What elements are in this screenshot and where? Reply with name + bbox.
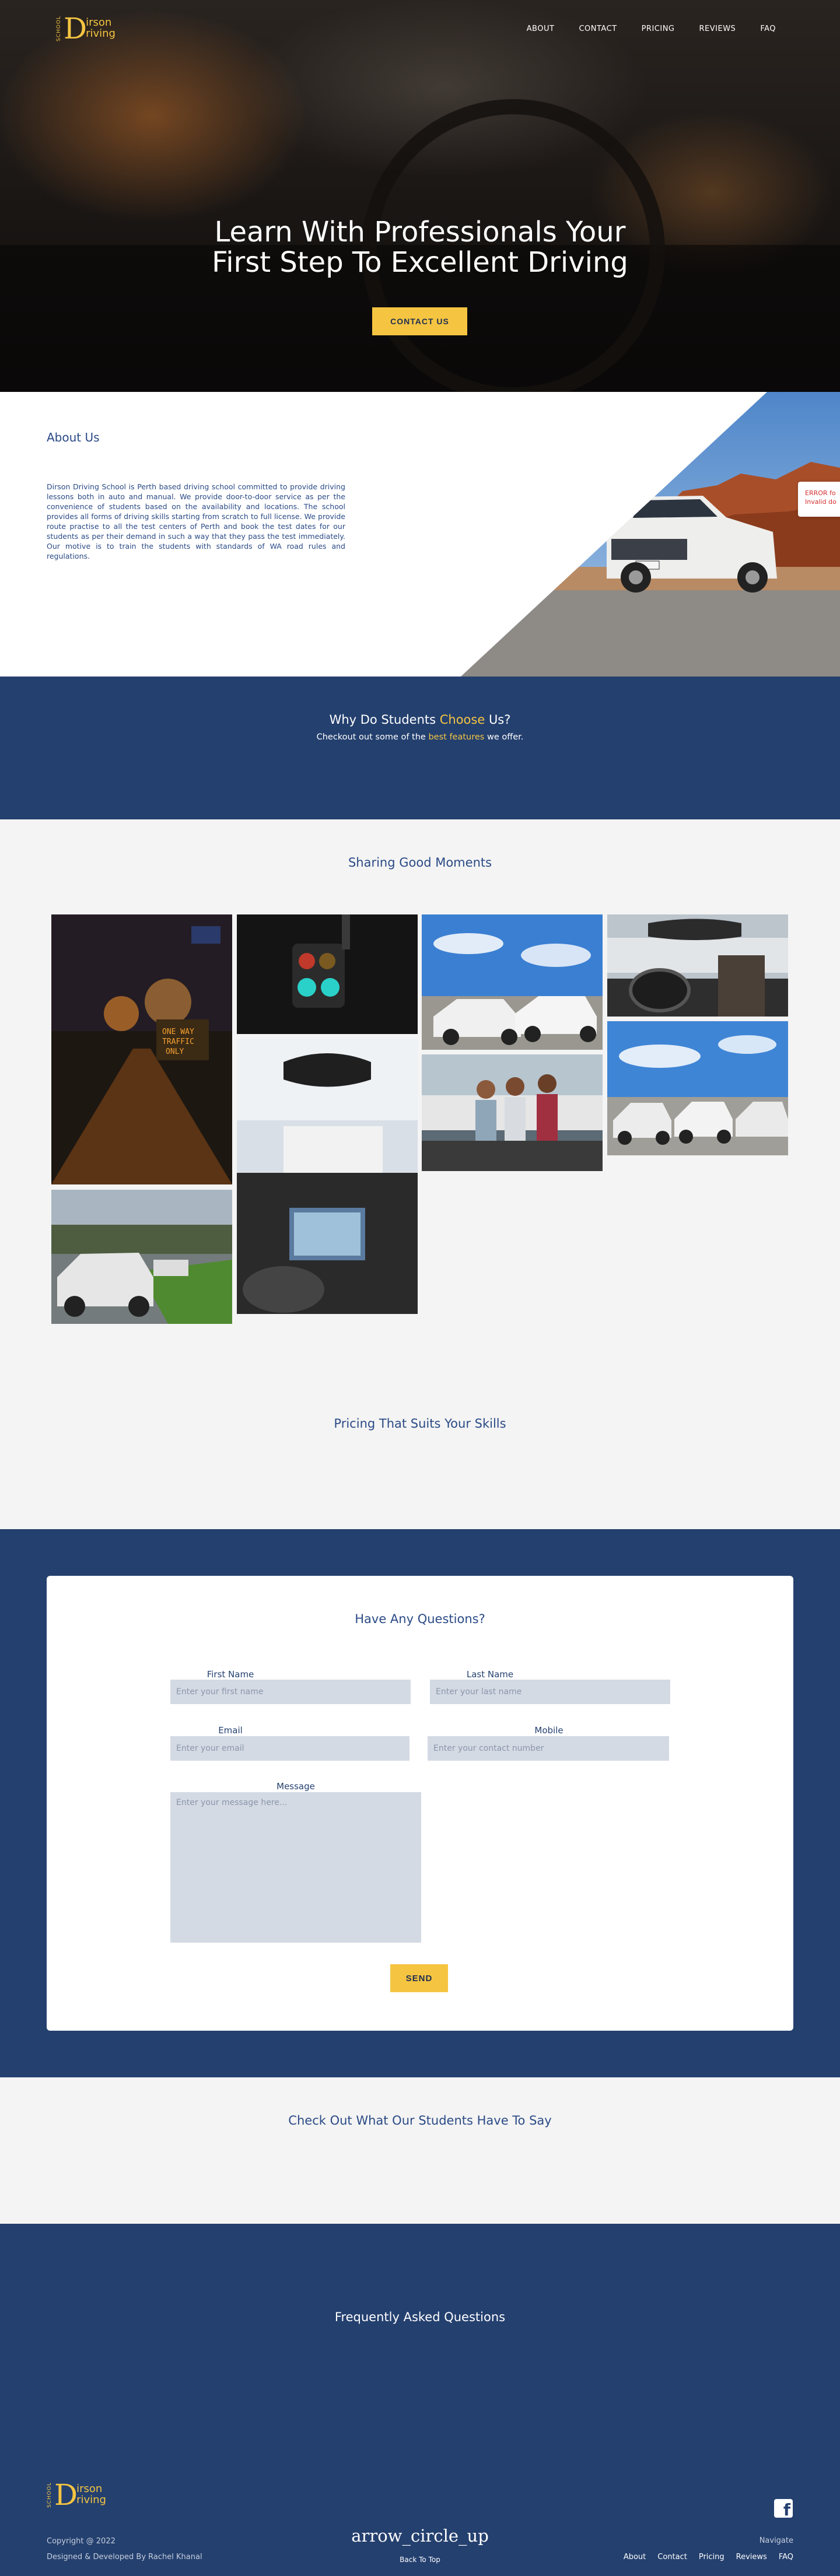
about-heading: About Us	[47, 430, 100, 444]
gallery-heading: Sharing Good Moments	[348, 856, 492, 870]
footer-link-pricing[interactable]: Pricing	[699, 2553, 724, 2561]
gallery-photo-traffic-light	[237, 914, 418, 1034]
footer-link-faq[interactable]: FAQ	[779, 2553, 793, 2561]
first-name-field[interactable]	[170, 1680, 411, 1704]
about-car-image	[461, 392, 840, 677]
contact-card: Have Any Questions? First Name Last Name…	[47, 1576, 793, 2031]
message-label: Message	[276, 1781, 315, 1792]
footer-link-reviews[interactable]: Reviews	[736, 2553, 767, 2561]
footer-logo-words: irson riving	[76, 2483, 106, 2506]
email-field[interactable]	[170, 1736, 410, 1761]
site-logo[interactable]: SCHOOL D irson riving	[56, 14, 116, 43]
main-nav: ABOUT CONTACT PRICING REVIEWS FAQ	[502, 24, 776, 33]
why-heading-highlight: Choose	[439, 713, 485, 727]
why-heading-pre: Why Do Students	[329, 713, 440, 727]
testimonials-heading: Check Out What Our Students Have To Say	[288, 2114, 552, 2128]
contact-us-button[interactable]: CONTACT US	[372, 307, 467, 335]
pricing-heading: Pricing That Suits Your Skills	[334, 1417, 506, 1431]
error-text-1: ERROR fo	[805, 489, 836, 497]
gallery-photo-driving-lesson	[607, 914, 788, 1017]
footer-logo-school-text: SCHOOL	[47, 2482, 52, 2508]
svg-text:ONE WAY: ONE WAY	[162, 1028, 194, 1036]
footer-logo-initial: D	[54, 2478, 78, 2512]
nav-about[interactable]: ABOUT	[527, 24, 555, 33]
why-heading: Why Do Students Choose Us?	[0, 677, 840, 727]
logo-word-2: riving	[86, 27, 116, 40]
footer-link-about[interactable]: About	[624, 2553, 646, 2561]
last-name-label: Last Name	[466, 1669, 514, 1680]
logo-words: irson riving	[86, 17, 116, 40]
contact-heading: Have Any Questions?	[355, 1612, 485, 1626]
mobile-label: Mobile	[534, 1725, 564, 1736]
gallery-photo-car-interior	[237, 1039, 418, 1314]
about-body: Dirson Driving School is Perth based dri…	[47, 482, 345, 560]
arrow-circle-up-icon[interactable]: arrow_circle_up	[0, 2526, 840, 2546]
why-sub-highlight: best features	[428, 733, 485, 742]
testimonials-section: Check Out What Our Students Have To Say	[0, 2077, 840, 2224]
gallery-photo-night-street: ONE WAY TRAFFIC ONLY	[51, 914, 232, 1184]
mobile-field[interactable]	[428, 1736, 669, 1761]
gallery-section: Sharing Good Moments ONE WAY TRAFFIC ONL…	[0, 819, 840, 1529]
hero-title: Learn With Professionals Your First Step…	[0, 217, 840, 278]
footer-link-contact[interactable]: Contact	[657, 2553, 687, 2561]
error-popup: ERROR fo Invalid do	[798, 482, 840, 517]
hero-section: SCHOOL D irson riving ABOUT CONTACT PRIC…	[0, 0, 840, 392]
why-heading-post: Us?	[485, 713, 511, 727]
why-choose-section: Why Do Students Choose Us? Checkout out …	[0, 677, 840, 819]
gallery-photo-students-group	[422, 1054, 603, 1171]
send-button[interactable]: SEND	[390, 1964, 448, 1992]
email-label: Email	[218, 1725, 243, 1736]
error-text-2: Invalid do	[805, 498, 836, 506]
hero-title-line-2: First Step To Excellent Driving	[212, 246, 628, 279]
nav-reviews[interactable]: REVIEWS	[699, 24, 736, 33]
gallery-photo-cars-grass	[51, 1190, 232, 1324]
hero-title-line-1: Learn With Professionals Your	[214, 216, 626, 248]
about-section: About Us Dirson Driving School is Perth …	[0, 392, 840, 677]
message-field[interactable]	[170, 1792, 421, 1943]
why-subheading: Checkout out some of the best features w…	[0, 733, 840, 742]
nav-contact[interactable]: CONTACT	[579, 24, 617, 33]
gallery-photo-white-cars-2	[607, 1021, 788, 1155]
footer-logo-word-2: riving	[76, 2494, 106, 2506]
faq-heading: Frequently Asked Questions	[334, 2310, 506, 2324]
contact-section: Have Any Questions? First Name Last Name…	[0, 1529, 840, 2077]
first-name-label: First Name	[206, 1669, 254, 1680]
svg-text:TRAFFIC: TRAFFIC	[162, 1038, 194, 1046]
facebook-icon[interactable]: f	[774, 2499, 793, 2518]
footer-logo[interactable]: SCHOOL D irson riving	[47, 2480, 106, 2510]
nav-faq[interactable]: FAQ	[760, 24, 776, 33]
why-sub-pre: Checkout out some of the	[316, 733, 429, 742]
svg-text:ONLY: ONLY	[166, 1047, 184, 1056]
last-name-field[interactable]	[430, 1680, 670, 1704]
why-sub-post: we offer.	[484, 733, 524, 742]
faq-footer-section: Frequently Asked Questions SCHOOL D irso…	[0, 2224, 840, 2576]
nav-pricing[interactable]: PRICING	[642, 24, 675, 33]
navigate-label: Navigate	[759, 2536, 793, 2545]
footer-nav: About Contact Pricing Reviews FAQ	[612, 2553, 793, 2561]
gallery-photo-white-cars-1	[422, 914, 603, 1050]
logo-school-text: SCHOOL	[56, 16, 62, 41]
logo-initial: D	[64, 12, 88, 45]
